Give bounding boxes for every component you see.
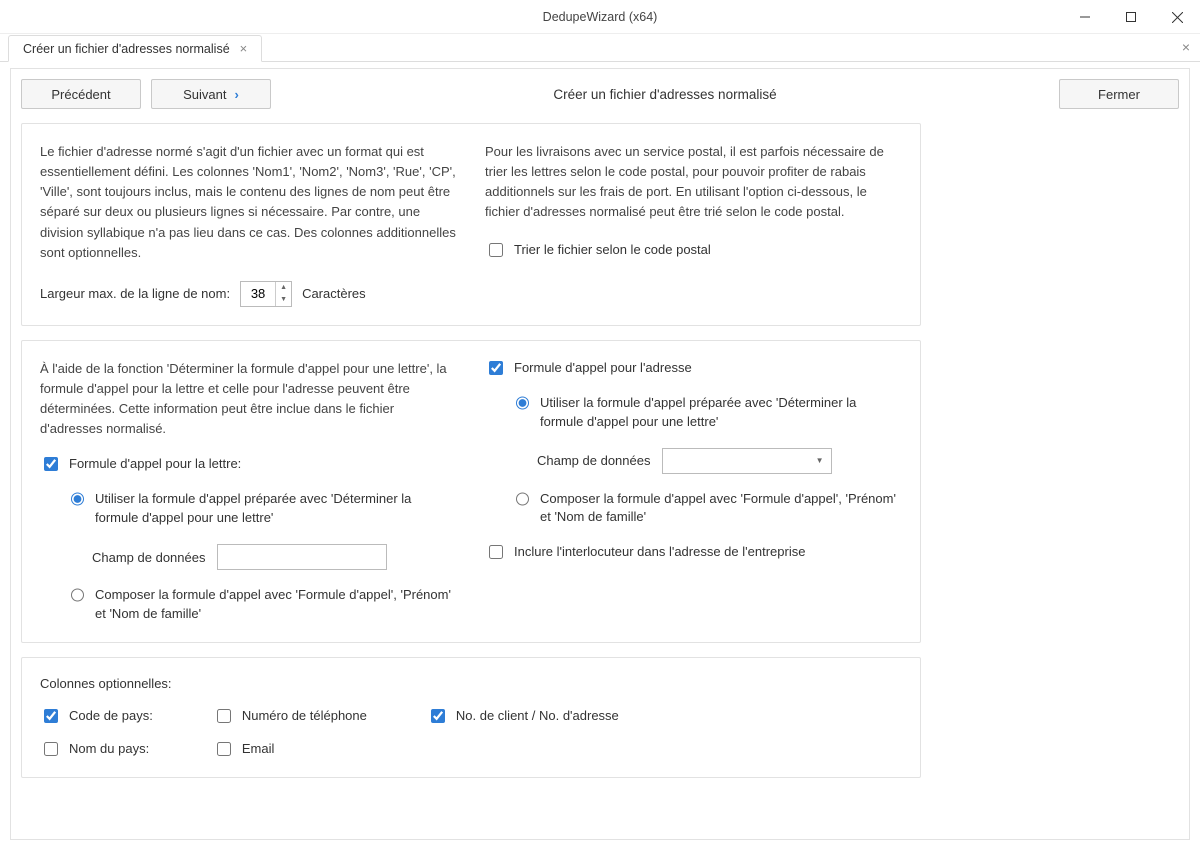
include-contact-checkbox[interactable]: Inclure l'interlocuteur dans l'adresse d…	[485, 543, 902, 562]
main-area: Le fichier d'adresse normé s'agit d'un f…	[21, 123, 1179, 829]
right-column-spacer	[935, 123, 1179, 829]
address-datafield-combo[interactable]: ▼	[662, 448, 832, 474]
spinner-up-icon[interactable]: ▲	[276, 282, 291, 294]
letter-salutation-checkbox[interactable]: Formule d'appel pour la lettre:	[40, 455, 457, 474]
next-button[interactable]: Suivant ›	[151, 79, 271, 109]
country-name-checkbox[interactable]: Nom du pays:	[40, 740, 153, 759]
country-code-checkbox[interactable]: Code de pays:	[40, 707, 153, 726]
letter-datafield-label: Champ de données	[92, 550, 205, 565]
client-no-checkbox[interactable]: No. de client / No. d'adresse	[427, 707, 619, 726]
include-contact-label: Inclure l'interlocuteur dans l'adresse d…	[514, 543, 805, 562]
next-label: Suivant	[183, 87, 226, 102]
email-checkbox[interactable]: Email	[213, 740, 367, 759]
close-button[interactable]: Fermer	[1059, 79, 1179, 109]
address-radio-compose-label: Composer la formule d'appel avec 'Formul…	[540, 490, 902, 528]
left-column: Le fichier d'adresse normé s'agit d'un f…	[21, 123, 921, 829]
address-radio-prepared-label: Utiliser la formule d'appel préparée ave…	[540, 394, 902, 432]
address-datafield-label: Champ de données	[537, 453, 650, 468]
postal-description: Pour les livraisons avec un service post…	[485, 142, 902, 223]
phone-label: Numéro de téléphone	[242, 707, 367, 726]
previous-label: Précédent	[51, 87, 110, 102]
spinner-down-icon[interactable]: ▼	[276, 294, 291, 306]
panel-format: Le fichier d'adresse normé s'agit d'un f…	[21, 123, 921, 326]
close-button-label: Fermer	[1098, 87, 1140, 102]
tabbar: Créer un fichier d'adresses normalisé × …	[0, 34, 1200, 62]
address-radio-prepared[interactable]: Utiliser la formule d'appel préparée ave…	[511, 394, 902, 432]
address-salutation-input[interactable]	[489, 361, 503, 375]
address-radio-compose[interactable]: Composer la formule d'appel avec 'Formul…	[511, 490, 902, 528]
chevron-down-icon: ▼	[816, 456, 824, 465]
maximize-icon	[1126, 12, 1136, 22]
sort-postal-input[interactable]	[489, 243, 503, 257]
country-name-label: Nom du pays:	[69, 740, 149, 759]
phone-checkbox[interactable]: Numéro de téléphone	[213, 707, 367, 726]
letter-datafield-input[interactable]	[217, 544, 387, 570]
letter-salutation-label: Formule d'appel pour la lettre:	[69, 455, 241, 474]
address-radio-compose-input[interactable]	[516, 492, 529, 506]
minimize-button[interactable]	[1062, 0, 1108, 34]
chevron-right-icon: ›	[235, 87, 239, 102]
phone-input[interactable]	[217, 709, 231, 723]
titlebar: DedupeWizard (x64)	[0, 0, 1200, 34]
tab-normalize-addresses[interactable]: Créer un fichier d'adresses normalisé ×	[8, 35, 262, 62]
content-frame: Précédent Suivant › Créer un fichier d'a…	[10, 68, 1190, 840]
format-description: Le fichier d'adresse normé s'agit d'un f…	[40, 142, 457, 263]
letter-radio-prepared[interactable]: Utiliser la formule d'appel préparée ave…	[66, 490, 457, 528]
country-code-label: Code de pays:	[69, 707, 153, 726]
country-code-input[interactable]	[44, 709, 58, 723]
previous-button[interactable]: Précédent	[21, 79, 141, 109]
letter-salutation-input[interactable]	[44, 457, 58, 471]
window-controls	[1062, 0, 1200, 34]
page-title: Créer un fichier d'adresses normalisé	[281, 87, 1049, 102]
letter-radio-prepared-label: Utiliser la formule d'appel préparée ave…	[95, 490, 457, 528]
email-label: Email	[242, 740, 275, 759]
panel-optional-columns: Colonnes optionnelles: Code de pays: Nom…	[21, 657, 921, 778]
include-contact-input[interactable]	[489, 545, 503, 559]
tab-label: Créer un fichier d'adresses normalisé	[23, 42, 230, 56]
client-no-input[interactable]	[431, 709, 445, 723]
tabbar-close-icon[interactable]: ×	[1182, 39, 1190, 55]
max-width-spinner[interactable]: ▲ ▼	[240, 281, 292, 307]
max-width-label: Largeur max. de la ligne de nom:	[40, 286, 230, 301]
letter-radio-compose-label: Composer la formule d'appel avec 'Formul…	[95, 586, 457, 624]
max-width-input[interactable]	[241, 282, 275, 306]
tab-close-icon[interactable]: ×	[240, 41, 248, 56]
letter-radio-compose[interactable]: Composer la formule d'appel avec 'Formul…	[66, 586, 457, 624]
wizard-toolbar: Précédent Suivant › Créer un fichier d'a…	[21, 79, 1179, 109]
address-salutation-checkbox[interactable]: Formule d'appel pour l'adresse	[485, 359, 902, 378]
close-icon	[1172, 12, 1183, 23]
close-window-button[interactable]	[1154, 0, 1200, 34]
minimize-icon	[1080, 12, 1090, 22]
max-width-unit: Caractères	[302, 286, 366, 301]
panel-salutation: À l'aide de la fonction 'Déterminer la f…	[21, 340, 921, 643]
window-title: DedupeWizard (x64)	[543, 10, 658, 24]
letter-radio-compose-input[interactable]	[71, 588, 84, 602]
content-outer: Précédent Suivant › Créer un fichier d'a…	[0, 62, 1200, 850]
optional-columns-title: Colonnes optionnelles:	[40, 676, 902, 691]
country-name-input[interactable]	[44, 742, 58, 756]
salutation-intro: À l'aide de la fonction 'Déterminer la f…	[40, 359, 457, 440]
client-no-label: No. de client / No. d'adresse	[456, 707, 619, 726]
letter-radio-prepared-input[interactable]	[71, 492, 84, 506]
email-input[interactable]	[217, 742, 231, 756]
address-radio-prepared-input[interactable]	[516, 396, 529, 410]
maximize-button[interactable]	[1108, 0, 1154, 34]
sort-postal-checkbox[interactable]: Trier le fichier selon le code postal	[485, 241, 902, 260]
app-window: DedupeWizard (x64) Créer un fichier d'ad…	[0, 0, 1200, 850]
sort-postal-label: Trier le fichier selon le code postal	[514, 241, 711, 260]
address-salutation-label: Formule d'appel pour l'adresse	[514, 359, 692, 378]
spinner-arrows[interactable]: ▲ ▼	[275, 282, 291, 306]
